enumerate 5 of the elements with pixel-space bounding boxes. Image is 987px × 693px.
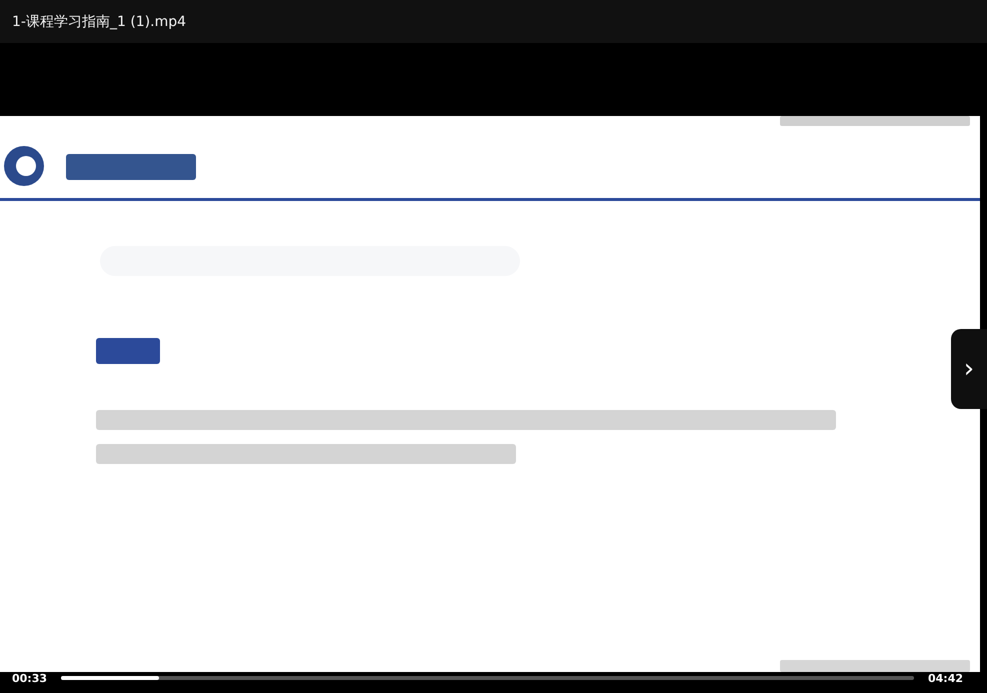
elapsed-time: 00:33	[12, 672, 48, 684]
next-button[interactable]: ›	[951, 329, 987, 409]
progress-track[interactable]	[61, 676, 914, 680]
duration-time: 04:42	[928, 672, 963, 684]
window-title: 1-课程学习指南_1 (1).mp4	[12, 12, 186, 30]
